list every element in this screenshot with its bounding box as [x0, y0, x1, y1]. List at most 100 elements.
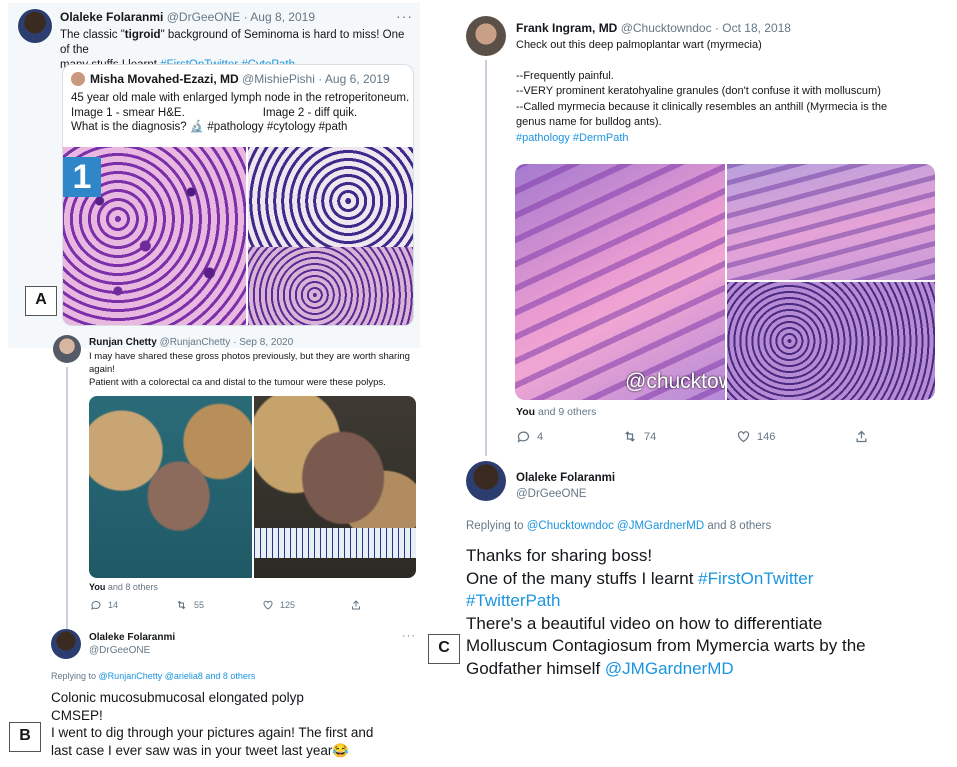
- histology-image-1[interactable]: @chucktow: [515, 164, 725, 400]
- more-options-icon[interactable]: ···: [402, 630, 416, 642]
- reply-text: Colonic mucosubmucosal elongated polyp C…: [51, 689, 421, 759]
- heart-icon: [737, 431, 750, 443]
- ruler: [254, 528, 416, 558]
- reply-line: There's a beautiful video on how to diff…: [466, 613, 823, 633]
- tweet-line: Patient with a colorectal ca and distal …: [89, 377, 386, 388]
- mention-link[interactable]: @JMGardnerMD: [605, 659, 734, 678]
- share-button[interactable]: [350, 599, 362, 611]
- reply-line: Molluscum Contagiosum from Mymercia wart…: [466, 636, 866, 655]
- author-handle[interactable]: @DrGeeONE: [89, 644, 175, 657]
- retweet-count: 55: [194, 600, 205, 610]
- avatar[interactable]: [466, 461, 506, 501]
- author-handle[interactable]: @Chucktowndoc: [621, 21, 712, 35]
- quote-text: 45 year old male with enlarged lymph nod…: [71, 91, 411, 135]
- quote-line: 45 year old male with enlarged lymph nod…: [71, 92, 410, 104]
- histology-image-2[interactable]: [727, 164, 935, 280]
- author-name[interactable]: Frank Ingram, MD: [516, 21, 617, 35]
- quote-header: Misha Movahed-Ezazi, MD @MishiePishi · A…: [90, 72, 390, 86]
- reply-line: One of the many stuffs I learnt #FirstOn…: [466, 568, 946, 591]
- replying-to-others[interactable]: and 8 others: [707, 520, 771, 532]
- quote-line-part: Image 1 - smear H&E.: [71, 106, 185, 119]
- reply-line: I went to dig through your pictures agai…: [51, 725, 374, 740]
- reply-text: Thanks for sharing boss! One of the many…: [466, 545, 946, 680]
- panel-label-c: C: [428, 634, 460, 664]
- replying-to-handles[interactable]: @Chucktowndoc @JMGardnerMD: [527, 520, 704, 532]
- likes-you: You: [516, 406, 536, 418]
- cytology-image-1[interactable]: 1: [63, 147, 246, 325]
- tweet-date: · Aug 6, 2019: [318, 72, 390, 86]
- histology-image-3[interactable]: [727, 282, 935, 400]
- cytology-image-2-lower: [248, 247, 413, 325]
- retweet-button[interactable]: 55: [175, 599, 204, 611]
- replying-to: Replying to @Chucktowndoc @JMGardnerMD a…: [466, 520, 771, 532]
- like-button[interactable]: 146: [736, 429, 775, 444]
- tweet-line: --Frequently painful.: [516, 69, 614, 82]
- watermark: @chucktow: [625, 370, 725, 393]
- tweet-line: I may have shared these gross photos pre…: [89, 351, 410, 362]
- likes-summary[interactable]: You and 9 others: [516, 406, 596, 418]
- author-handle: @MishiePishi: [242, 72, 315, 86]
- quote-line-part: Image 2 - diff quik.: [262, 106, 358, 119]
- reply-line: Godfather himself @JMGardnerMD: [466, 658, 946, 681]
- avatar[interactable]: [53, 335, 81, 363]
- tweet-text-part: The classic ": [60, 29, 125, 41]
- reply-line-part: One of the many stuffs I learnt: [466, 568, 694, 588]
- share-icon: [352, 600, 360, 610]
- author-name: Misha Movahed-Ezazi, MD: [90, 72, 239, 86]
- retweet-icon: [625, 431, 635, 442]
- hashtag-link[interactable]: #pathology #DermPath: [516, 131, 946, 147]
- hashtag-link[interactable]: #TwitterPath: [466, 590, 946, 613]
- like-count: 125: [280, 600, 296, 610]
- author-name[interactable]: Runjan Chetty: [89, 337, 157, 348]
- image-number-badge: 1: [63, 157, 101, 197]
- like-button[interactable]: 125: [262, 599, 295, 611]
- share-button[interactable]: [854, 429, 869, 444]
- author-handle[interactable]: @DrGeeONE: [167, 10, 241, 24]
- more-options-icon[interactable]: ···: [396, 8, 413, 24]
- tweet-header: Frank Ingram, MD @Chucktowndoc · Oct 18,…: [516, 21, 791, 35]
- quoted-tweet-card[interactable]: Misha Movahed-Ezazi, MD @MishiePishi · A…: [62, 64, 414, 326]
- author-handle[interactable]: @RunjanChetty: [160, 337, 231, 348]
- tweet-line: again!: [89, 364, 115, 375]
- replying-to-label: Replying to: [51, 671, 97, 681]
- author-name[interactable]: Olaleke Folaranmi: [60, 10, 163, 24]
- replying-to-handles[interactable]: @RunjanChetty @arielia8: [99, 671, 203, 681]
- author-handle[interactable]: @DrGeeONE: [516, 486, 615, 502]
- quote-line: What is the diagnosis? 🔬 #pathology #cyt…: [71, 121, 348, 133]
- reply-line: last case I ever saw was in your tweet l…: [51, 742, 350, 758]
- panel-label-b: B: [9, 722, 41, 752]
- tweet-date[interactable]: · Sep 8, 2020: [233, 337, 293, 348]
- avatar[interactable]: [18, 9, 52, 43]
- reply-line-part: Godfather himself: [466, 658, 601, 678]
- retweet-button[interactable]: 74: [622, 429, 656, 444]
- reply-button[interactable]: 4: [516, 429, 543, 444]
- likes-summary[interactable]: You and 8 others: [89, 582, 158, 592]
- avatar: [71, 72, 85, 86]
- reply-header: Olaleke Folaranmi @DrGeeONE: [89, 631, 175, 657]
- hashtag-link[interactable]: #FirstOnTwitter: [698, 569, 813, 588]
- gross-photo-1[interactable]: [89, 396, 252, 578]
- reply-icon: [91, 600, 101, 610]
- reply-count: 4: [537, 430, 544, 443]
- like-count: 146: [757, 430, 776, 443]
- author-name[interactable]: Olaleke Folaranmi: [89, 631, 175, 644]
- replying-to-others[interactable]: and 8 others: [205, 671, 255, 681]
- likes-others: and 8 others: [107, 582, 158, 592]
- heart-icon: [263, 600, 273, 610]
- thread-connector: [66, 367, 68, 629]
- tweet-header: Olaleke Folaranmi @DrGeeONE · Aug 8, 201…: [60, 10, 315, 24]
- retweet-icon: [177, 600, 186, 610]
- avatar[interactable]: [466, 16, 506, 56]
- reply-button[interactable]: 14: [90, 599, 118, 611]
- author-name[interactable]: Olaleke Folaranmi: [516, 470, 615, 486]
- tweet-date[interactable]: · Aug 8, 2019: [244, 10, 315, 24]
- quote-line: Image 1 - smear H&E. Image 2 - diff quik.: [71, 106, 411, 121]
- gross-photo-2[interactable]: [254, 396, 416, 578]
- avatar[interactable]: [51, 629, 81, 659]
- retweet-count: 74: [644, 430, 657, 443]
- likes-you: You: [89, 582, 106, 592]
- tweet-date[interactable]: · Oct 18, 2018: [715, 21, 791, 35]
- tweet-line: --VERY prominent keratohyaline granules …: [516, 85, 881, 97]
- tweet-line: Check out this deep palmoplantar wart (m…: [516, 39, 762, 51]
- replying-to-label: Replying to: [466, 520, 524, 532]
